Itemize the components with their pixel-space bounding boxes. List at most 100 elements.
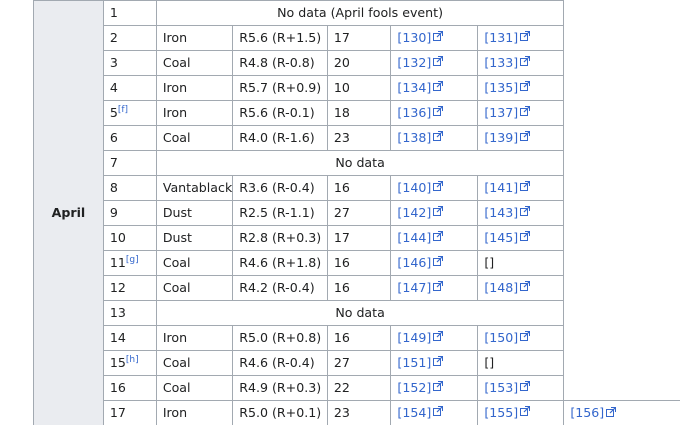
empty-cell (563, 250, 680, 276)
type-cell: Coal (155, 250, 234, 276)
reference-1-link[interactable]: [154] (397, 405, 431, 420)
rating-cell: R5.6 (R-0.1) (232, 100, 328, 126)
type-cell: Iron (155, 325, 234, 351)
reference-1-link[interactable]: [136] (397, 105, 431, 120)
type-cell: Coal (155, 125, 234, 151)
external-link-icon (520, 79, 531, 95)
reference-2-link[interactable]: [143] (484, 205, 518, 220)
rating-cell: R3.6 (R-0.4) (232, 175, 328, 201)
day-cell: 1 (102, 0, 157, 26)
empty-cell (563, 100, 680, 126)
count-cell: 16 (326, 275, 392, 301)
day-number: 16 (109, 380, 126, 395)
reference-2-link[interactable]: [137] (484, 105, 518, 120)
table-row: 8 Vantablack R3.6 (R-0.4) 16 [140] [141] (34, 175, 680, 201)
reference-2-link[interactable]: [141] (484, 180, 518, 195)
table-row: 11[g] Coal R4.6 (R+1.8) 16 [146][] (34, 250, 680, 276)
day-cell: 13 (102, 300, 157, 326)
type-cell: Coal (155, 275, 234, 301)
footnote-link[interactable]: [f] (118, 105, 128, 115)
reference-1-link[interactable]: [138] (397, 130, 431, 145)
reference-1-link[interactable]: [142] (397, 205, 431, 220)
rating-cell: R4.6 (R-0.4) (232, 350, 328, 376)
reference-1-link[interactable]: [132] (397, 55, 431, 70)
reference-2-link[interactable]: [133] (484, 55, 518, 70)
rating-cell: R4.2 (R-0.4) (232, 275, 328, 301)
table-row: 9 Dust R2.5 (R-1.1) 27 [142] [143] (34, 200, 680, 226)
rating-cell: R5.6 (R+1.5) (232, 25, 328, 51)
reference-1-link[interactable]: [144] (397, 230, 431, 245)
external-link-icon (433, 279, 444, 295)
footnote-link[interactable]: [h] (126, 355, 139, 365)
reference-2-link[interactable]: [153] (484, 380, 518, 395)
reference-2-link[interactable]: [135] (484, 80, 518, 95)
reference-1-link[interactable]: [130] (397, 30, 431, 45)
rating-cell: R5.0 (R+0.8) (232, 325, 328, 351)
reference-1-cell: [136] (390, 100, 479, 126)
reference-1-link[interactable]: [146] (397, 255, 431, 270)
reference-2-link[interactable]: [155] (484, 405, 518, 420)
footnote-link[interactable]: [g] (126, 255, 139, 265)
rating-cell: R4.8 (R-0.8) (232, 50, 328, 76)
type-cell: Coal (155, 50, 234, 76)
table-row: 5[f] Iron R5.6 (R-0.1) 18 [136] [137] (34, 100, 680, 126)
type-cell: Iron (155, 100, 234, 126)
reference-1-link[interactable]: [140] (397, 180, 431, 195)
external-link-icon (520, 229, 531, 245)
external-link-icon (520, 129, 531, 145)
day-cell: 5[f] (102, 100, 157, 126)
reference-1-link[interactable]: [147] (397, 280, 431, 295)
external-link-icon (433, 354, 444, 370)
count-cell: 27 (326, 200, 392, 226)
day-cell: 17 (102, 400, 157, 425)
no-data-cell: No data (155, 150, 565, 176)
count-cell: 23 (326, 400, 392, 425)
reference-2-cell: [143] (477, 200, 565, 226)
external-link-icon (433, 104, 444, 120)
day-cell: 9 (102, 200, 157, 226)
day-number: 17 (109, 405, 126, 420)
type-cell: Iron (155, 25, 234, 51)
no-data-cell: No data (April fools event) (155, 0, 565, 26)
reference-2-cell: [137] (477, 100, 565, 126)
reference-1-link[interactable]: [149] (397, 330, 431, 345)
reference-1-cell: [134] (390, 75, 479, 101)
reference-2-cell: [155] (477, 400, 565, 425)
reference-2-link[interactable]: [148] (484, 280, 518, 295)
external-link-icon (433, 229, 444, 245)
external-link-icon (433, 204, 444, 220)
external-link-icon (433, 179, 444, 195)
empty-cell (563, 300, 680, 326)
reference-1-cell: [154] (390, 400, 479, 425)
reference-1-link[interactable]: [151] (397, 355, 431, 370)
reference-1-cell: [142] (390, 200, 479, 226)
rating-cell: R4.9 (R+0.3) (232, 375, 328, 401)
reference-2-cell: [141] (477, 175, 565, 201)
empty-cell (563, 275, 680, 301)
reference-3-link[interactable]: [156] (570, 405, 604, 420)
reference-2-link[interactable]: [145] (484, 230, 518, 245)
table-row: 10 Dust R2.8 (R+0.3) 17 [144] [145] (34, 225, 680, 251)
table-row: 4 Iron R5.7 (R+0.9) 10 [134] [135] (34, 75, 680, 101)
external-link-icon (433, 54, 444, 70)
reference-2-link[interactable]: [131] (484, 30, 518, 45)
empty-cell (563, 25, 680, 51)
table-row: 15[h] Coal R4.6 (R-0.4) 27 [151][] (34, 350, 680, 376)
day-number: 6 (109, 130, 118, 145)
day-cell: 2 (102, 25, 157, 51)
count-cell: 10 (326, 75, 392, 101)
reference-3-cell: [156] (563, 400, 680, 425)
reference-2-link[interactable]: [150] (484, 330, 518, 345)
count-cell: 20 (326, 50, 392, 76)
reference-1-cell: [132] (390, 50, 479, 76)
reference-1-link[interactable]: [152] (397, 380, 431, 395)
reference-2-link[interactable]: [139] (484, 130, 518, 145)
type-cell: Coal (155, 375, 234, 401)
rating-cell: R5.7 (R+0.9) (232, 75, 328, 101)
reference-1-cell: [138] (390, 125, 479, 151)
day-number: 9 (109, 205, 118, 220)
reference-1-link[interactable]: [134] (397, 80, 431, 95)
table-row: 2 Iron R5.6 (R+1.5) 17 [130] [131] (34, 25, 680, 51)
external-link-icon (520, 179, 531, 195)
table-row: 6 Coal R4.0 (R-1.6) 23 [138] [139] (34, 125, 680, 151)
